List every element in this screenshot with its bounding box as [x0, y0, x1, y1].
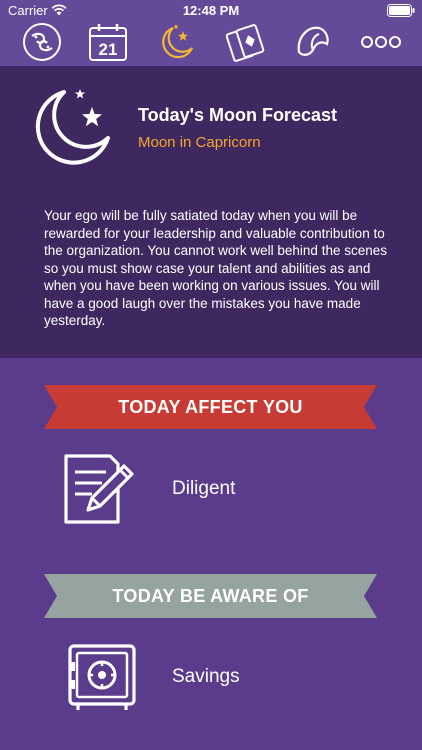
moon-star-icon: [35, 89, 110, 165]
app-screen: Carrier 12:48 PM 21 Today's Moon Forecas…: [0, 0, 422, 750]
tab-more[interactable]: [360, 22, 402, 62]
today-affect-heading: TODAY AFFECT YOU: [118, 397, 303, 417]
moon-star-icon: [162, 24, 194, 59]
forecast-title: Today's Moon Forecast: [138, 105, 337, 125]
calendar-icon: 21: [89, 24, 127, 61]
tab-moon-forecast[interactable]: [156, 22, 196, 62]
calendar-day-label: 21: [99, 40, 118, 59]
battery-icon: [387, 4, 415, 17]
notepad-pencil-icon: [64, 454, 134, 524]
tarot-cards-icon: [226, 24, 265, 62]
safe-icon: [68, 644, 136, 710]
moon-sign-subtitle: Moon in Capricorn: [138, 134, 261, 151]
forecast-text: Your ego will be fully satiated today wh…: [44, 208, 387, 328]
tab-fortune-cookie[interactable]: [293, 22, 333, 62]
tab-tarot[interactable]: [226, 22, 266, 62]
tab-zodiac[interactable]: [22, 22, 62, 62]
aware-item-label: Savings: [172, 666, 240, 687]
today-affect-banner: TODAY AFFECT YOU: [44, 385, 377, 429]
zodiac-pisces-icon: [23, 23, 61, 61]
fortune-cookie-icon: [297, 26, 329, 56]
clock-time: 12:48 PM: [182, 3, 240, 18]
tab-calendar[interactable]: 21: [88, 22, 128, 62]
today-aware-heading: TODAY BE AWARE OF: [112, 586, 309, 606]
moon-forecast-panel: Today's Moon Forecast Moon in Capricorn …: [0, 66, 422, 358]
today-aware-banner: TODAY BE AWARE OF: [44, 574, 377, 618]
affect-item-label: Diligent: [172, 478, 236, 499]
more-icon: [361, 36, 401, 48]
top-bar: Carrier 12:48 PM 21: [0, 0, 422, 66]
